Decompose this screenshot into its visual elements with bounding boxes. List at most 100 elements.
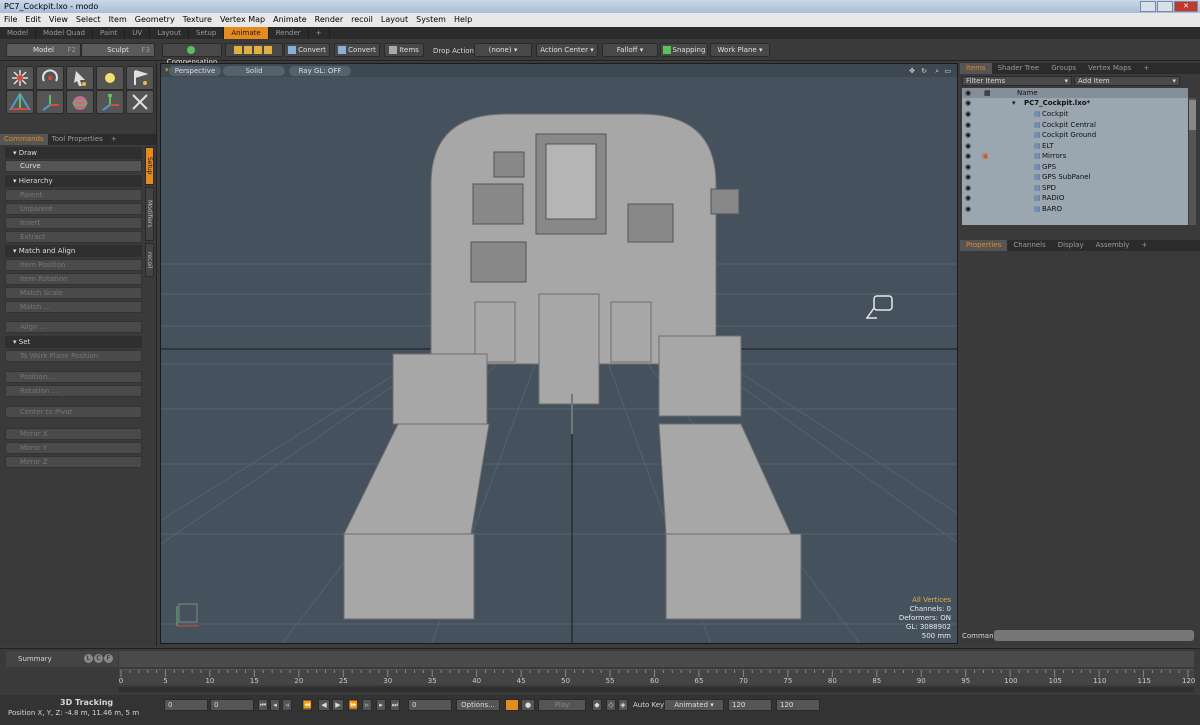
play-button[interactable]: Play bbox=[538, 699, 586, 711]
extract-button[interactable]: Extract bbox=[5, 231, 142, 243]
auto-key-select[interactable]: Animated ▾ bbox=[664, 699, 724, 711]
mirror-x-button[interactable]: Mirror X bbox=[5, 428, 142, 440]
section-hierarchy[interactable]: ▾ Hierarchy bbox=[5, 175, 142, 187]
tab-vertex-maps[interactable]: Vertex Maps bbox=[1082, 63, 1137, 74]
camera-icon[interactable] bbox=[865, 295, 893, 319]
snapping-button[interactable]: Snapping bbox=[660, 43, 708, 57]
3d-viewport[interactable]: ▾ Perspective Solid Ray GL: OFF ✥ ↻ ⌕ ▭ … bbox=[160, 63, 958, 644]
position-button[interactable]: Position ... bbox=[5, 371, 142, 383]
visibility-eye-icon[interactable]: ◉ bbox=[965, 193, 971, 204]
tab-model-quad[interactable]: Model Quad bbox=[36, 27, 93, 39]
list-item[interactable]: ◉ ▤ GPS bbox=[962, 162, 1188, 173]
prev-frame-icon[interactable]: ◃ bbox=[282, 699, 292, 711]
timeline-scrollbar[interactable] bbox=[119, 687, 1194, 692]
item-select-icon[interactable] bbox=[6, 66, 34, 90]
current-start-field[interactable]: 0 bbox=[210, 699, 254, 711]
convert-button-2[interactable]: Convert bbox=[334, 43, 380, 57]
menu-render[interactable]: Render bbox=[311, 13, 347, 27]
tab-add[interactable]: + bbox=[309, 27, 330, 39]
pan-icon[interactable]: ✥ bbox=[909, 65, 915, 78]
maximize-icon[interactable]: □ bbox=[1157, 1, 1173, 12]
items-mode-button[interactable]: Items bbox=[384, 43, 424, 57]
material-mode-icon[interactable] bbox=[264, 46, 272, 54]
filter-toggle-icon[interactable]: F bbox=[104, 654, 113, 663]
list-item[interactable]: ◉ ▤ Cockpit bbox=[962, 109, 1188, 120]
scroll-thumb[interactable] bbox=[1189, 100, 1196, 130]
menu-layout[interactable]: Layout bbox=[377, 13, 412, 27]
filter-items-select[interactable]: Filter Items ▾ bbox=[962, 76, 1072, 86]
orbit-icon[interactable]: ↻ bbox=[921, 65, 927, 78]
pointer-icon[interactable] bbox=[66, 66, 94, 90]
work-plane-select[interactable]: Work Plane ▾ bbox=[710, 43, 770, 57]
list-item[interactable]: ◉ ▣ ▤ Mirrors bbox=[962, 151, 1188, 162]
play-icon[interactable]: ▶ bbox=[332, 699, 344, 711]
falloff-select[interactable]: Falloff ▾ bbox=[602, 43, 658, 57]
visibility-eye-icon[interactable]: ◉ bbox=[965, 151, 971, 162]
items-scrollbar[interactable] bbox=[1189, 98, 1196, 225]
list-item[interactable]: ◉ ▤ BARO bbox=[962, 204, 1188, 215]
flag-icon[interactable] bbox=[126, 66, 154, 90]
parent-button[interactable]: Parent bbox=[5, 189, 142, 201]
summary-track[interactable] bbox=[119, 651, 1194, 667]
tab-groups[interactable]: Groups bbox=[1045, 63, 1082, 74]
section-draw[interactable]: ▾ Draw bbox=[5, 147, 142, 159]
align-button[interactable]: Align ... bbox=[5, 321, 142, 333]
center-to-pivot-button[interactable]: Center to Pivot bbox=[5, 406, 142, 418]
current-frame-field[interactable]: 0 bbox=[408, 699, 452, 711]
match-button[interactable]: Match ... bbox=[5, 301, 142, 313]
zoom-icon[interactable]: ⌕ bbox=[935, 65, 939, 78]
viewport-menu-icon[interactable]: ▾ bbox=[165, 64, 169, 77]
scale-icon[interactable] bbox=[96, 90, 124, 114]
vertex-mode-icon[interactable] bbox=[234, 46, 242, 54]
rotate-sphere-icon[interactable] bbox=[66, 90, 94, 114]
list-item[interactable]: ◉ ▤ SPD bbox=[962, 183, 1188, 194]
light-icon[interactable] bbox=[96, 66, 124, 90]
view-perspective-button[interactable]: Perspective bbox=[169, 66, 221, 76]
tab-display[interactable]: Display bbox=[1052, 240, 1090, 251]
list-item[interactable]: ◉ ▤ RADIO bbox=[962, 193, 1188, 204]
tab-properties[interactable]: Properties bbox=[960, 240, 1008, 251]
visibility-eye-icon[interactable]: ◉ bbox=[965, 172, 971, 183]
prev-key-icon[interactable]: ◂ bbox=[270, 699, 280, 711]
vtab-setup[interactable]: Setup bbox=[145, 147, 154, 185]
tab-tool-properties[interactable]: Tool Properties bbox=[48, 134, 107, 145]
menu-animate[interactable]: Animate bbox=[269, 13, 311, 27]
selection-mode-buttons[interactable] bbox=[225, 43, 283, 57]
visibility-eye-icon[interactable]: ◉ bbox=[965, 162, 971, 173]
visibility-eye-icon[interactable]: ◉ bbox=[965, 109, 971, 120]
menu-help[interactable]: Help bbox=[450, 13, 476, 27]
rotate-icon[interactable] bbox=[36, 66, 64, 90]
menu-vertex-map[interactable]: Vertex Map bbox=[216, 13, 269, 27]
vtab-modifiers[interactable]: Modifiers bbox=[145, 187, 154, 241]
list-item[interactable]: ◉ ▤ GPS SubPanel bbox=[962, 172, 1188, 183]
lock-icon[interactable]: ▣ bbox=[982, 151, 989, 162]
tab-animate[interactable]: Animate bbox=[224, 27, 269, 39]
end-frame-field[interactable]: 120 bbox=[728, 699, 772, 711]
section-match-align[interactable]: ▾ Match and Align bbox=[5, 245, 142, 257]
timeline-ruler[interactable]: 0 5 10 15 20 25 30 35 40 45 50 55 60 65 70 75 80 85 90 95 10… bbox=[119, 669, 1195, 685]
command-input[interactable] bbox=[994, 630, 1194, 641]
key-add-icon[interactable]: ◈ bbox=[618, 699, 628, 711]
go-end-icon[interactable]: ⏭ bbox=[390, 699, 400, 711]
curve-button[interactable]: Curve bbox=[5, 160, 142, 172]
visibility-eye-icon[interactable]: ◉ bbox=[965, 204, 971, 215]
tab-setup[interactable]: Setup bbox=[189, 27, 225, 39]
tab-model[interactable]: Model bbox=[0, 27, 37, 39]
edge-mode-icon[interactable] bbox=[244, 46, 252, 54]
visibility-eye-icon[interactable]: ◉ bbox=[965, 183, 971, 194]
unparent-button[interactable]: Unparent bbox=[5, 203, 142, 215]
tab-channels[interactable]: Channels bbox=[1007, 240, 1051, 251]
section-set[interactable]: ▾ Set bbox=[5, 336, 142, 348]
scene-end-field[interactable]: 120 bbox=[776, 699, 820, 711]
scene-row[interactable]: ◉ ▾ PC7_Cockpit.lxo* bbox=[962, 98, 1188, 109]
tab-commands[interactable]: Commands bbox=[0, 134, 48, 145]
insert-button[interactable]: Insert bbox=[5, 217, 142, 229]
list-item[interactable]: ◉ ▤ Cockpit Ground bbox=[962, 130, 1188, 141]
step-back-icon[interactable]: ⏪ bbox=[302, 699, 312, 711]
convert-button-1[interactable]: Convert bbox=[284, 43, 330, 57]
menu-view[interactable]: View bbox=[45, 13, 72, 27]
sculpt-button[interactable]: Sculpt F3 bbox=[81, 43, 155, 57]
menu-item[interactable]: Item bbox=[105, 13, 131, 27]
raygl-button[interactable]: Ray GL: OFF bbox=[289, 66, 351, 76]
visibility-eye-icon[interactable]: ◉ bbox=[965, 141, 971, 152]
